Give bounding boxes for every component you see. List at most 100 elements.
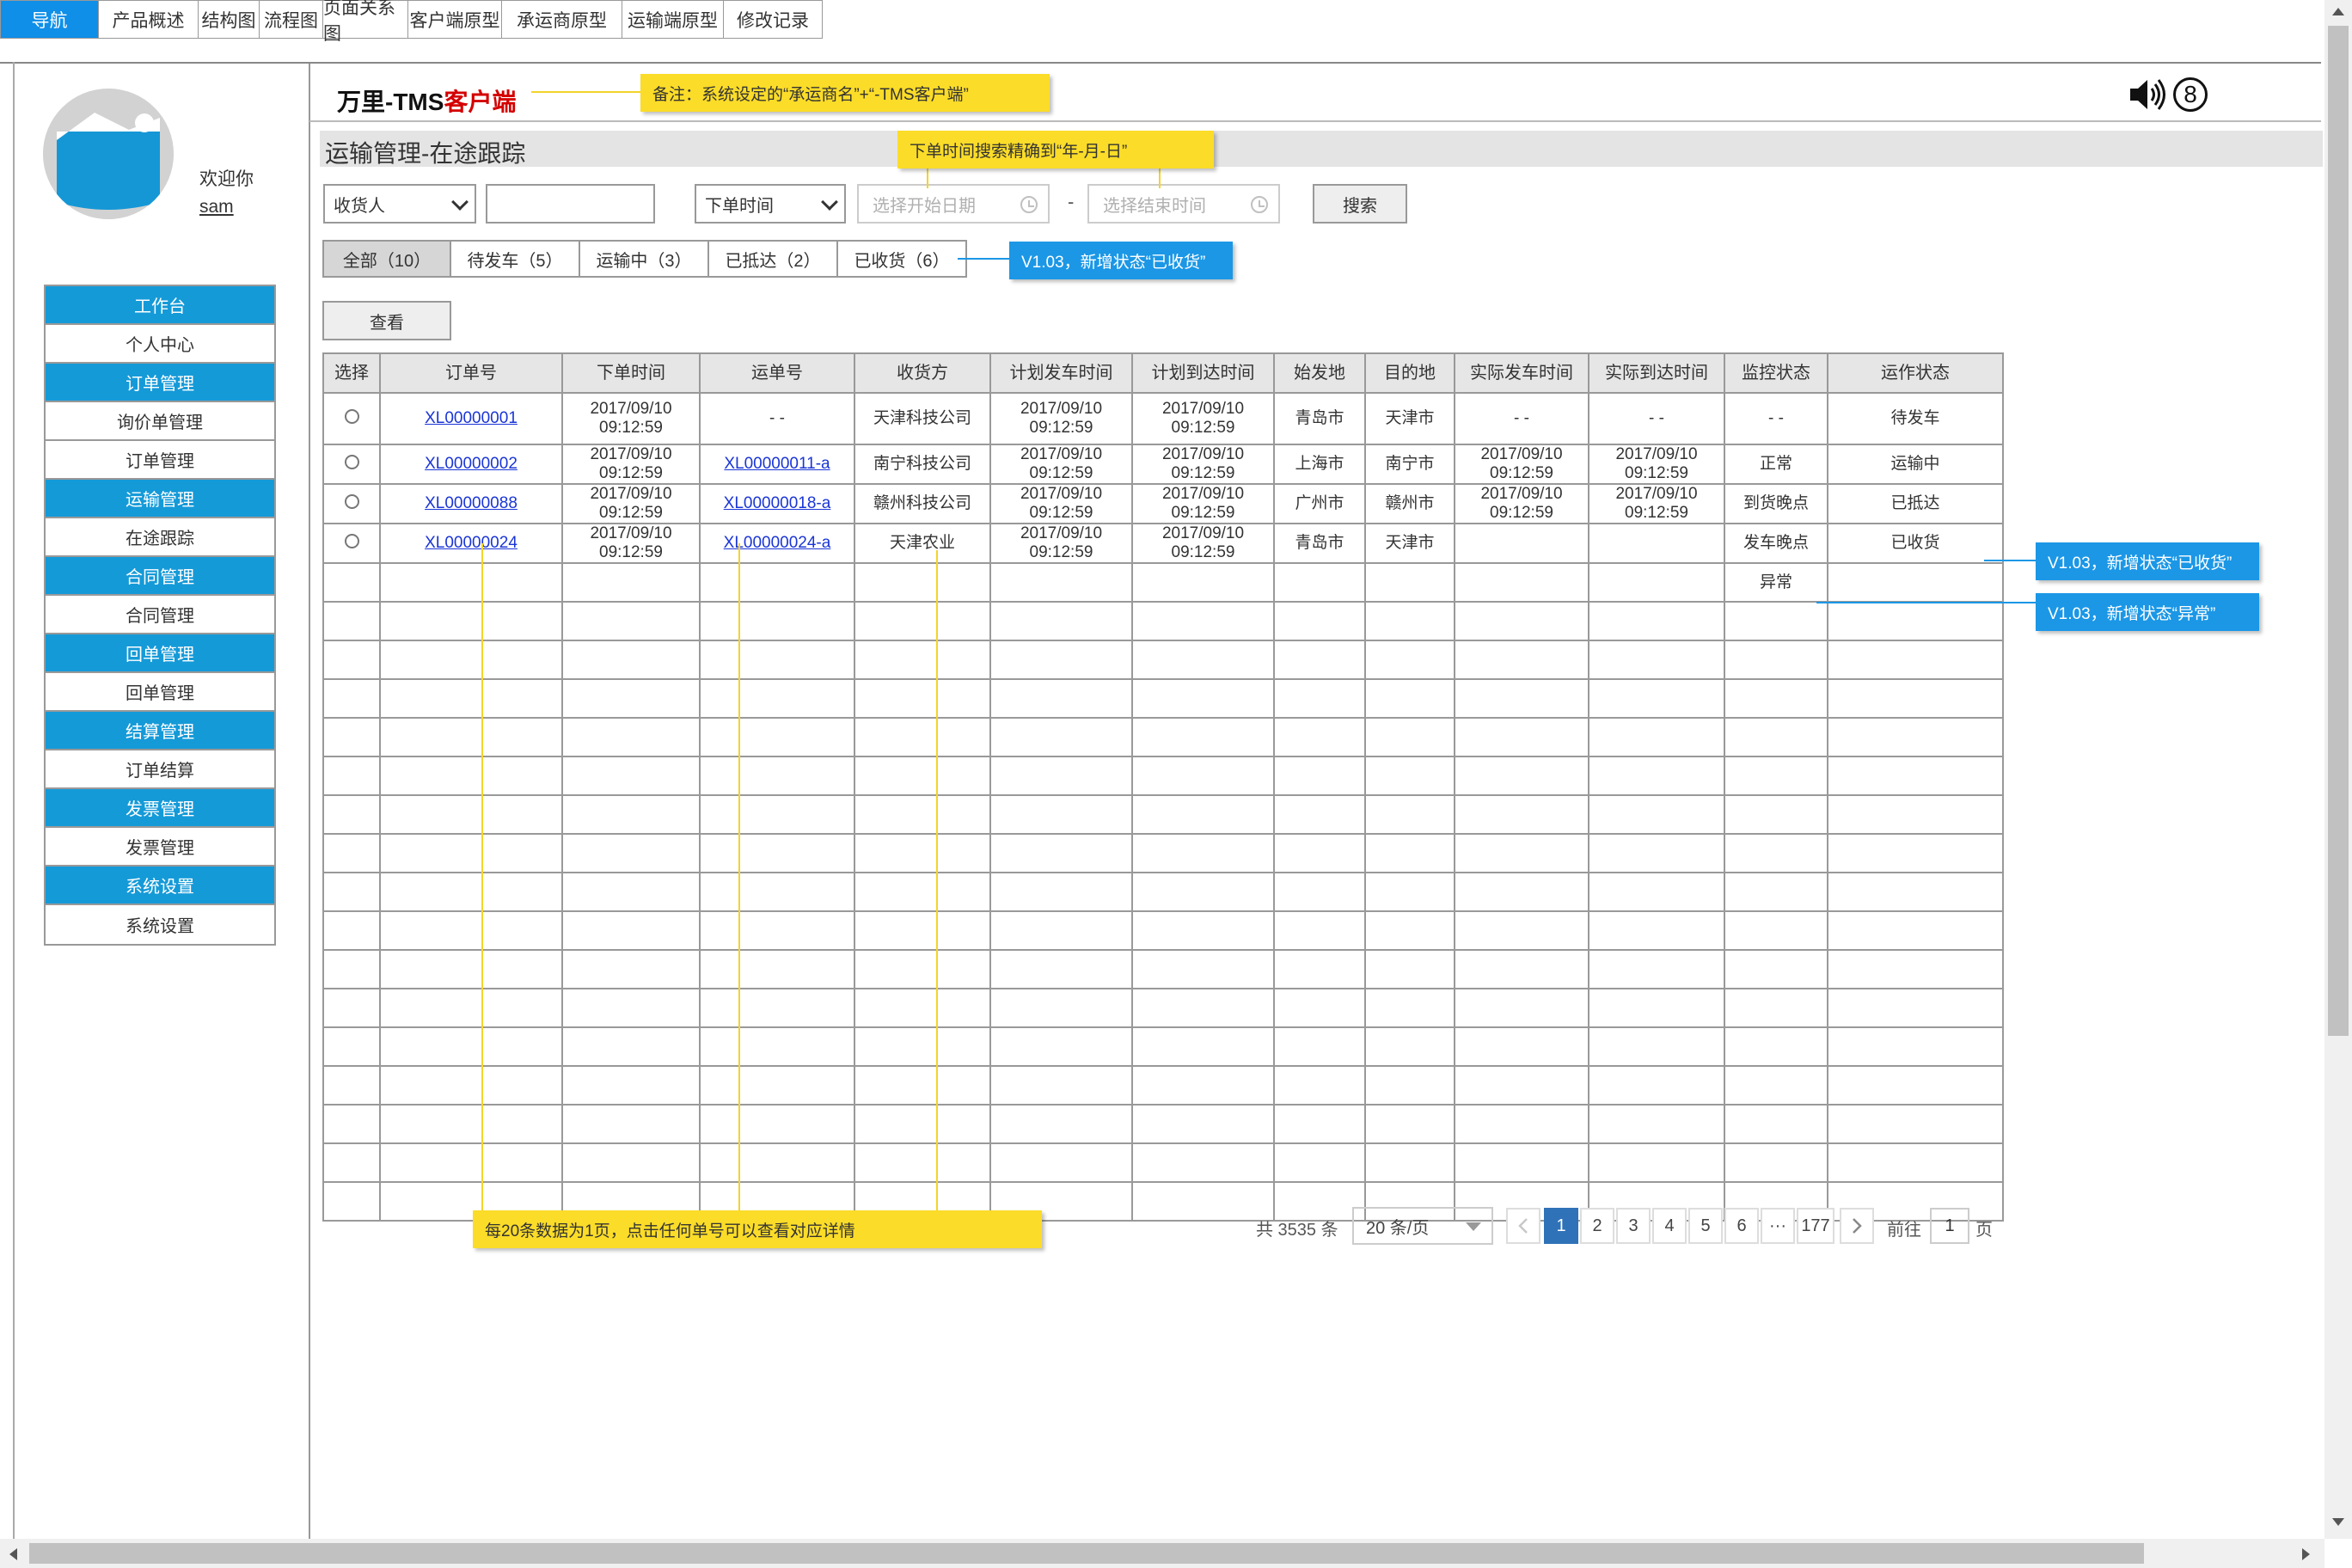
sidebar-group-2[interactable]: 订单管理 [46,364,274,402]
top-tab-5[interactable]: 客户端原型 [408,0,502,39]
empty-cell [561,833,701,873]
message-count-badge[interactable]: 8 [2173,77,2208,112]
end-date-picker[interactable]: 选择结束时间 [1087,184,1280,224]
start-date-picker[interactable]: 选择开始日期 [857,184,1050,224]
scroll-right-icon[interactable] [2300,1547,2312,1561]
page-button-0[interactable]: 1 [1544,1208,1578,1244]
top-tab-1[interactable]: 产品概述 [99,0,199,39]
username-link[interactable]: sam [199,197,234,217]
sidebar-group-0[interactable]: 工作台 [46,286,274,325]
sidebar-item-6[interactable]: 在途跟踪 [46,518,274,557]
horizontal-scrollbar[interactable] [0,1539,2324,1568]
empty-cell [1273,833,1366,873]
avatar[interactable] [43,89,174,219]
empty-cell [1131,794,1275,835]
status-tab-1[interactable]: 待发车（5） [451,240,580,278]
scroll-left-icon[interactable] [7,1547,19,1561]
row-radio[interactable] [344,454,359,469]
waybill-cell: XL00000011-a [699,444,855,485]
monitor-status-cell: 异常 [1724,562,1828,603]
sidebar-item-10[interactable]: 回单管理 [46,673,274,712]
top-tab-4[interactable]: 页面关系图 [323,0,408,44]
page-button-1[interactable]: 2 [1580,1208,1614,1244]
speaker-icon[interactable] [2128,77,2168,112]
next-page-button[interactable] [1840,1208,1874,1244]
top-tab-8[interactable]: 修改记录 [724,0,823,39]
scroll-down-icon[interactable] [2331,1516,2345,1528]
operation-status-cell: 已抵达 [1827,483,2004,524]
sidebar-group-9[interactable]: 回单管理 [46,634,274,673]
status-tab-4[interactable]: 已收货（6） [838,240,967,278]
sidebar-group-11[interactable]: 结算管理 [46,712,274,750]
search-input[interactable] [486,184,655,224]
empty-cell [379,717,563,757]
sidebar-item-8[interactable]: 合同管理 [46,596,274,634]
empty-cell [1827,833,2004,873]
sidebar-item-3[interactable]: 询价单管理 [46,402,274,441]
page-button-4[interactable]: 5 [1688,1208,1723,1244]
empty-cell [1131,949,1275,989]
page-button-5[interactable]: 6 [1724,1208,1759,1244]
empty-cell [854,601,991,641]
empty-cell [1273,988,1366,1028]
search-button[interactable]: 搜索 [1313,184,1407,224]
empty-cell [561,1104,701,1144]
prev-page-button[interactable] [1506,1208,1540,1244]
empty-cell [854,1104,991,1144]
frame-line-mid [309,64,310,1540]
sidebar-group-5[interactable]: 运输管理 [46,480,274,518]
cell-line: 2017/09/10 [1161,445,1245,463]
page-size-select[interactable]: 20 条/页 [1352,1207,1493,1245]
empty-cell [322,1142,381,1183]
sidebar-item-1[interactable]: 个人中心 [46,325,274,364]
order-number-link[interactable]: XL00000001 [425,409,518,427]
row-radio[interactable] [344,493,359,509]
top-tab-0[interactable]: 导航 [0,0,99,39]
page-button-3[interactable]: 4 [1652,1208,1687,1244]
row-radio[interactable] [344,533,359,548]
sidebar-group-15[interactable]: 系统设置 [46,867,274,905]
status-tab-0[interactable]: 全部（10） [322,240,451,278]
sidebar-group-13[interactable]: 发票管理 [46,789,274,828]
sidebar-item-14[interactable]: 发票管理 [46,828,274,867]
order-number-link[interactable]: XL00000002 [425,455,518,473]
search-field-select[interactable]: 收货人 [323,184,476,224]
top-tab-7[interactable]: 运输端原型 [622,0,724,39]
plan-depart-cell [989,562,1133,603]
goto-page-input[interactable]: 1 [1930,1208,1969,1244]
page-button-2[interactable]: 3 [1616,1208,1651,1244]
cell-line: 09:12:59 [1029,419,1093,437]
empty-cell [1588,794,1725,835]
sidebar-item-16[interactable]: 系统设置 [46,905,274,944]
page-button-7[interactable]: 177 [1797,1208,1834,1244]
plan-arrive-cell: 2017/09/10 09:12:59 [1131,444,1275,485]
top-tab-2[interactable]: 结构图 [199,0,260,39]
empty-cell [854,988,991,1028]
sidebar-group-7[interactable]: 合同管理 [46,557,274,596]
status-tab-3[interactable]: 已抵达（2） [709,240,838,278]
sidebar-item-4[interactable]: 订单管理 [46,441,274,480]
cell-line: 09:12:59 [1029,543,1093,561]
waybill-link[interactable]: XL00000011-a [724,455,830,473]
order-number-link[interactable]: XL00000088 [425,494,518,512]
horizontal-scrollbar-thumb[interactable] [29,1543,2144,1564]
status-tab-2[interactable]: 运输中（3） [580,240,709,278]
time-type-select[interactable]: 下单时间 [695,184,846,224]
sidebar-item-12[interactable]: 订单结算 [46,750,274,789]
waybill-link[interactable]: XL00000018-a [724,494,831,512]
vertical-scrollbar-thumb[interactable] [2328,26,2349,1036]
empty-cell [322,910,381,951]
row-radio[interactable] [344,408,359,424]
empty-cell [1131,717,1275,757]
actual-arrive-cell: 2017/09/10 09:12:59 [1588,444,1725,485]
cell-line: 2017/09/10 [590,524,672,542]
vertical-scrollbar[interactable] [2324,0,2352,1539]
order-number-link[interactable]: XL00000024 [425,534,518,552]
table-row: XL00000002 2017/09/10 09:12:59 XL00000011-a… [322,444,2004,485]
page-button-6[interactable]: ··· [1761,1208,1795,1244]
view-button[interactable]: 查看 [322,301,451,340]
top-tab-6[interactable]: 承运商原型 [502,0,622,39]
scroll-up-icon[interactable] [2331,5,2345,17]
top-tab-3[interactable]: 流程图 [260,0,323,39]
table-row-empty [322,949,2004,989]
